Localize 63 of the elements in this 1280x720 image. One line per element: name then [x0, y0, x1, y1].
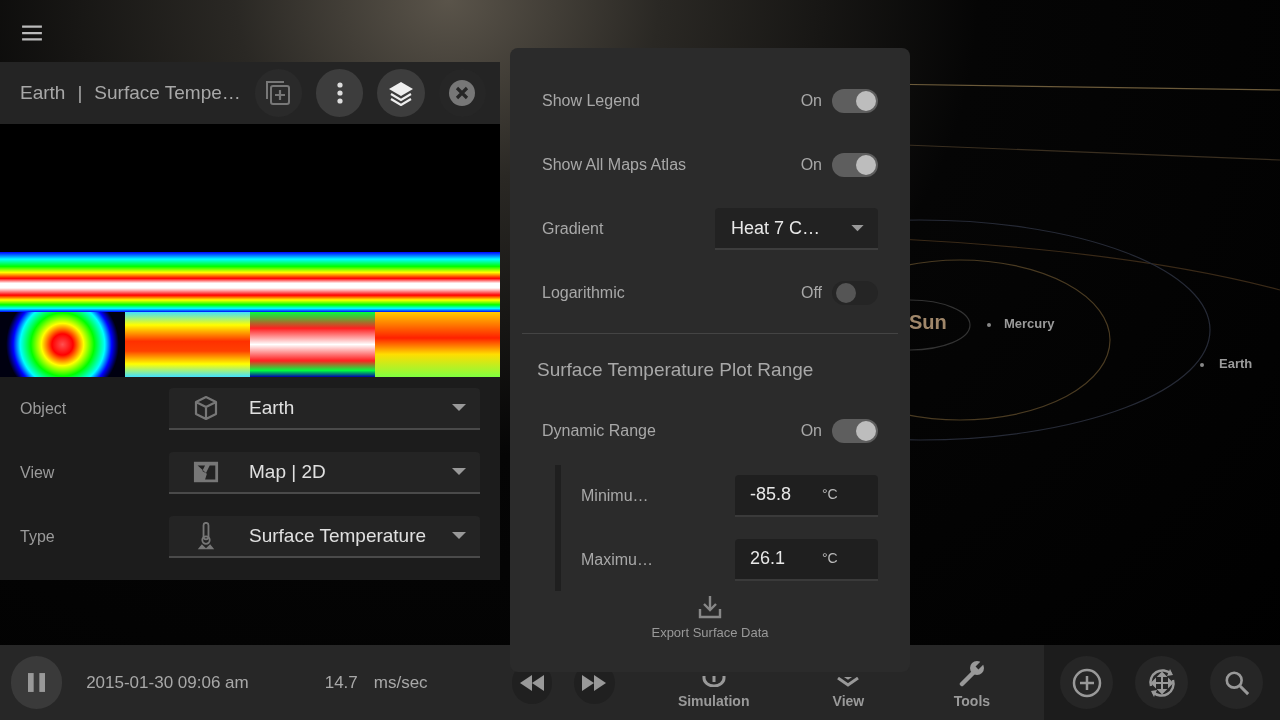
cube-icon: [193, 393, 219, 423]
date-time: 2015-01-30 09:06 am: [86, 671, 249, 694]
toggle-switch[interactable]: [832, 153, 878, 177]
toggle-switch[interactable]: [832, 281, 878, 305]
time-rate-unit: ms/sec: [373, 671, 428, 694]
pause-button[interactable]: [11, 656, 63, 709]
plus-circle-icon: [1071, 667, 1102, 698]
caret-icon: [452, 404, 466, 412]
caret-icon: [452, 468, 466, 476]
dropdown[interactable]: Earth: [169, 388, 480, 430]
field-label: Object: [20, 399, 68, 419]
download-icon: [698, 594, 722, 619]
title-separator: |: [77, 80, 83, 105]
gradient-dropdown[interactable]: Heat 7 C…: [715, 208, 878, 250]
number-input-field[interactable]: 26.1 °C: [735, 538, 878, 581]
time-rate: 14.7: [324, 671, 358, 694]
toggle-switch[interactable]: [832, 418, 878, 443]
planet-label: Earth: [1219, 357, 1253, 370]
dropdown[interactable]: Map | 2D: [169, 452, 480, 494]
toggle-state: On: [800, 155, 822, 175]
dropdown[interactable]: Surface Temperature: [169, 516, 480, 558]
setting-label: Dynamic Range: [542, 420, 657, 441]
pause-icon: [28, 673, 46, 692]
map-thumbnail[interactable]: [375, 312, 500, 377]
close-icon: [448, 79, 477, 107]
range-label: Minimu…: [581, 485, 650, 506]
toggle-state: On: [800, 91, 822, 111]
field-label: View: [20, 463, 56, 483]
planet-label: Mercury: [1004, 317, 1055, 330]
setting-label: Gradient: [542, 219, 605, 239]
map-thumbnail[interactable]: [0, 312, 125, 377]
layers-icon: [388, 80, 415, 106]
toggle-state: On: [800, 420, 822, 441]
view-icon: [836, 676, 861, 687]
rewind-icon: [519, 674, 544, 691]
range-label: Maximu…: [581, 549, 654, 570]
star-label: Sun: [909, 312, 947, 332]
nav-tab[interactable]: View: [814, 647, 883, 718]
setting-label: Show All Maps Atlas: [542, 155, 688, 175]
add-window-icon: [264, 79, 293, 107]
nav-tab[interactable]: Simulation: [678, 647, 749, 718]
more-options-button[interactable]: [316, 69, 364, 117]
setting-label: Show Legend: [542, 91, 641, 111]
export-button[interactable]: Export Surface Data: [651, 594, 769, 642]
caret-icon: [851, 224, 864, 232]
panel-title: Earth: [20, 80, 66, 105]
nav-tab[interactable]: Tools: [938, 647, 1006, 718]
panel-subtitle: Surface Tempe…: [94, 80, 241, 105]
number-input-field[interactable]: -85.8 °C: [735, 474, 878, 517]
setting-label: Logarithmic: [542, 283, 626, 303]
caret-icon: [452, 532, 466, 540]
more-options-icon: [336, 82, 343, 104]
search-icon: [1223, 669, 1250, 696]
field-label: Type: [20, 527, 56, 547]
layers-button[interactable]: [377, 69, 425, 117]
map-thumbnail[interactable]: [125, 312, 250, 377]
section-title: Surface Temperature Plot Range: [536, 358, 815, 382]
toggle-switch[interactable]: [832, 89, 878, 113]
fast-forward-icon: [582, 674, 607, 691]
toggle-state: Off: [800, 283, 822, 303]
map-thumbnail[interactable]: [250, 312, 375, 377]
simulation-icon: [701, 675, 726, 687]
wrench-icon: [957, 658, 986, 687]
